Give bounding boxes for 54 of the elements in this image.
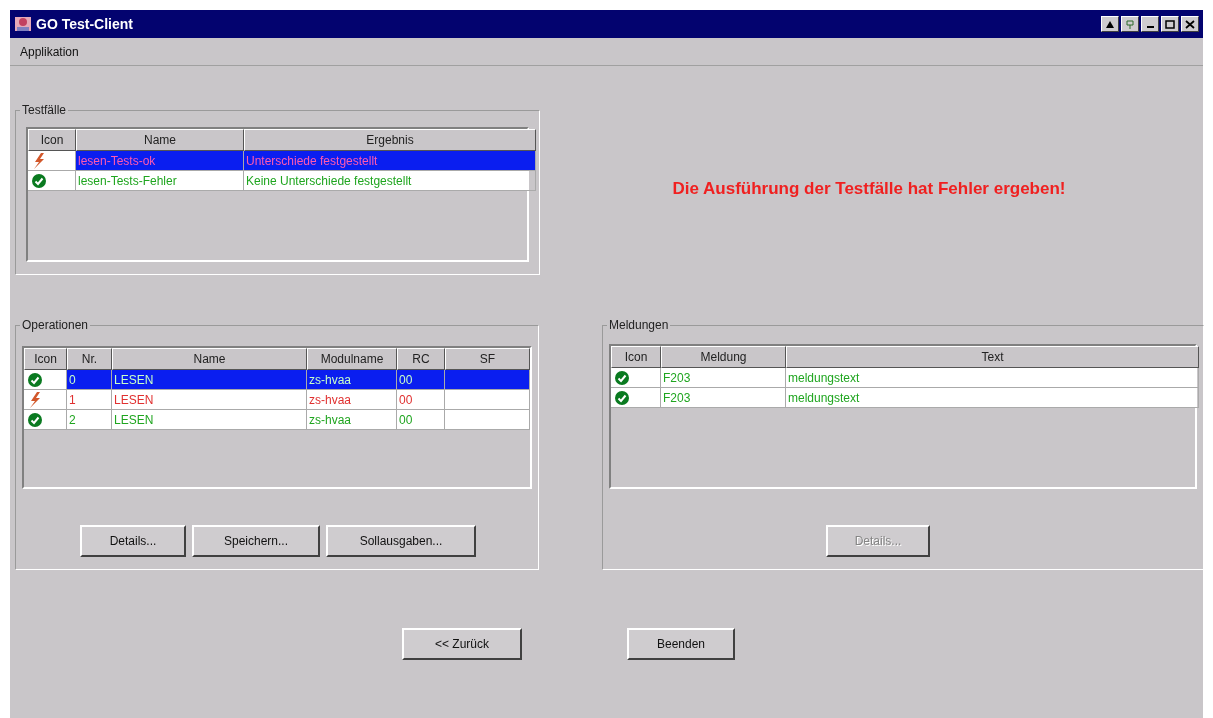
table-cell: 00: [397, 370, 445, 390]
push-button[interactable]: Sollausgaben...: [326, 525, 476, 557]
app-icon: [14, 15, 32, 33]
minimize-icon: [1146, 26, 1154, 28]
lightning-icon: [28, 391, 42, 408]
error-message: Die Ausführung der Testfälle hat Fehler ergeben!: [672, 177, 1066, 200]
minimize-button[interactable]: [1141, 16, 1159, 32]
check-icon: [615, 370, 629, 385]
arrow-up-button[interactable]: [1101, 16, 1119, 32]
column-header[interactable]: Name: [76, 129, 244, 151]
table-cell: Unterschiede festgestellt: [244, 151, 536, 171]
column-header[interactable]: Ergebnis: [244, 129, 536, 151]
table-cell: Keine Unterschiede festgestellt: [244, 171, 536, 191]
push-button[interactable]: Beenden: [627, 628, 735, 660]
table-row[interactable]: 1 LESEN zs-hvaa 00: [24, 390, 530, 410]
column-header[interactable]: Meldung: [661, 346, 786, 368]
table-cell: meldungstext: [786, 388, 1199, 408]
pin-button[interactable]: [1121, 16, 1139, 32]
column-header[interactable]: Name: [112, 348, 307, 370]
close-icon: [1185, 19, 1195, 29]
check-icon: [32, 173, 46, 188]
table-cell: zs-hvaa: [307, 370, 397, 390]
column-header[interactable]: Icon: [28, 129, 76, 151]
column-header[interactable]: RC: [397, 348, 445, 370]
table-cell: 2: [67, 410, 112, 430]
menu-item[interactable]: Applikation: [20, 42, 79, 61]
column-header[interactable]: Text: [786, 346, 1199, 368]
push-button[interactable]: << Zurück: [402, 628, 522, 660]
column-header[interactable]: SF: [445, 348, 530, 370]
table-cell: LESEN: [112, 370, 307, 390]
maximize-icon: [1165, 19, 1175, 29]
table-cell: 00: [397, 410, 445, 430]
table-cell: F203: [661, 388, 786, 408]
pin-icon: [1125, 19, 1135, 29]
table-cell: lesen-Tests-ok: [76, 151, 244, 171]
table-cell: lesen-Tests-Fehler: [76, 171, 244, 191]
check-icon: [615, 390, 629, 405]
column-header[interactable]: Nr.: [67, 348, 112, 370]
column-header[interactable]: Icon: [24, 348, 67, 370]
column-header[interactable]: Icon: [611, 346, 661, 368]
window-title: GO Test-Client: [36, 14, 133, 34]
table-row[interactable]: 0 LESEN zs-hvaa 00: [24, 370, 530, 390]
close-button[interactable]: [1181, 16, 1199, 32]
maximize-button[interactable]: [1161, 16, 1179, 32]
check-icon: [28, 412, 42, 427]
table-cell: zs-hvaa: [307, 410, 397, 430]
lightning-icon: [32, 152, 46, 169]
push-button[interactable]: Details...: [80, 525, 186, 557]
check-icon: [28, 372, 42, 387]
column-header[interactable]: Modulname: [307, 348, 397, 370]
table-cell: LESEN: [112, 410, 307, 430]
triangle-up-icon: [1105, 19, 1115, 29]
push-button[interactable]: Speichern...: [192, 525, 320, 557]
table-cell: 0: [67, 370, 112, 390]
